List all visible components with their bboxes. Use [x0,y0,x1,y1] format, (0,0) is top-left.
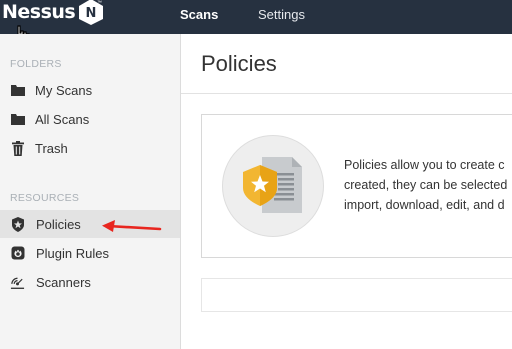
logo-trademark: ™ [97,0,102,6]
sidebar-item-label: My Scans [35,82,93,98]
sidebar-item-all-scans[interactable]: All Scans [0,105,180,133]
sidebar-item-label: Plugin Rules [36,245,109,261]
top-navigation-bar: Nessus N ™ Scans Settings [0,0,512,34]
policy-document-icon [243,157,302,213]
page-title: Policies [201,51,277,76]
folder-icon [10,112,25,127]
trash-icon [10,140,25,156]
sidebar-item-scanners[interactable]: Scanners [0,268,180,296]
sidebar-item-label: All Scans [35,111,90,127]
sidebar-item-my-scans[interactable]: My Scans [0,76,180,104]
red-arrow-icon [102,220,162,232]
scanner-icon [10,275,25,290]
sidebar-item-label: Scanners [36,274,91,290]
sidebar: FOLDERS My Scans All Scans Trash RESOURC… [0,34,181,349]
tab-settings[interactable]: Settings [258,7,305,22]
sidebar-item-label: Trash [35,140,68,156]
folder-icon [10,83,25,98]
policy-shield-icon [10,216,25,232]
main-content: Policies Policies allow you to create c … [181,34,512,349]
sidebar-item-plugin-rules[interactable]: Plugin Rules [0,239,180,267]
policies-table-empty [201,278,512,312]
policies-info-card: Policies allow you to create c created, … [201,114,512,258]
plugin-rules-icon [10,246,25,261]
sidebar-item-trash[interactable]: Trash [0,134,180,162]
description-line: created, they can be selected [344,178,508,192]
description-line: import, download, edit, and d [344,198,505,212]
tab-scans[interactable]: Scans [180,7,218,22]
sidebar-item-label: Policies [36,216,81,232]
logo-text: Nessus [2,1,76,23]
page-header: Policies [181,34,512,94]
resources-section-label: RESOURCES [10,192,80,204]
info-illustration [222,135,324,237]
policies-description: Policies allow you to create c created, … [344,155,512,215]
folders-section-label: FOLDERS [10,58,62,70]
logo-badge-letter: N [86,6,97,21]
description-line: Policies allow you to create c [344,158,505,172]
